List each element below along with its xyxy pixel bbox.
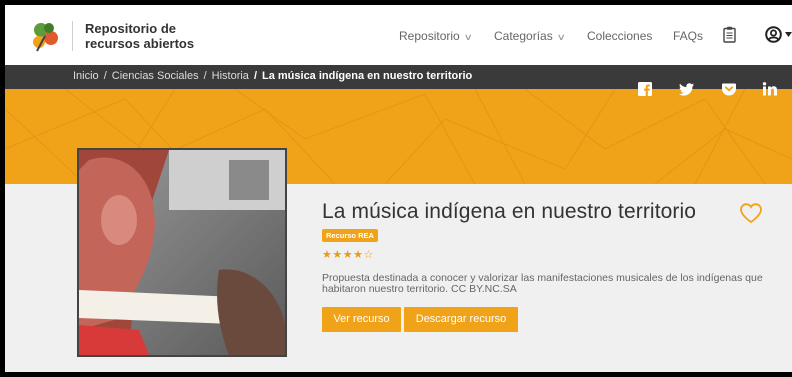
breadcrumb-inicio[interactable]: Inicio [73, 70, 99, 82]
logo-icon[interactable] [27, 18, 63, 54]
resource-thumbnail[interactable] [77, 148, 287, 357]
nav-colecciones[interactable]: Colecciones [587, 29, 652, 43]
twitter-icon[interactable] [679, 81, 695, 97]
nav-repositorio[interactable]: Repositorio ∨ [399, 29, 473, 43]
download-resource-button[interactable]: Descargar recurso [404, 307, 518, 332]
brand-name[interactable]: Repositorio de recursos abiertos [85, 21, 194, 51]
resource-image [79, 150, 285, 355]
breadcrumb-historia[interactable]: Historia [212, 70, 249, 82]
site-header: Repositorio de recursos abiertos Reposit… [5, 5, 792, 65]
resource-title: La música indígena en nuestro territorio [322, 200, 697, 223]
view-resource-button[interactable]: Ver recurso [322, 307, 401, 332]
heart-icon[interactable] [739, 202, 763, 224]
breadcrumb: Inicio / Ciencias Sociales / Historia / La mús… [5, 65, 792, 89]
nav-faqs[interactable]: FAQs [673, 29, 703, 43]
nav-repositorio-label: Repositorio [399, 29, 460, 43]
breadcrumb-ciencias-sociales[interactable]: Ciencias Sociales [112, 70, 199, 82]
rating-stars[interactable]: ★★★★☆ [322, 248, 374, 261]
browser-viewport: Repositorio de recursos abiertos Reposit… [5, 5, 792, 372]
chevron-down-icon[interactable] [785, 32, 792, 37]
linkedin-icon[interactable] [762, 81, 778, 97]
clipboard-icon[interactable] [723, 26, 736, 43]
brand-line-1: Repositorio de [85, 21, 177, 36]
breadcrumb-separator: / [203, 70, 207, 82]
brand-line-2: recursos abiertos [85, 36, 195, 51]
logo-divider [72, 21, 73, 51]
breadcrumb-separator: / [103, 70, 107, 82]
pocket-icon[interactable] [721, 81, 737, 97]
resource-description: Propuesta destinada a conocer y valoriza… [322, 272, 763, 295]
rea-badge: Recurso REA [322, 229, 378, 242]
breadcrumb-separator: / [253, 70, 257, 82]
user-icon[interactable] [765, 26, 782, 43]
nav-colecciones-label: Colecciones [587, 29, 653, 43]
chevron-down-icon: ∨ [463, 32, 473, 42]
chevron-down-icon: ∨ [556, 32, 566, 42]
facebook-icon[interactable] [637, 81, 653, 97]
nav-categorias-label: Categorías [494, 29, 553, 43]
nav-faqs-label: FAQs [673, 29, 704, 43]
nav-categorias[interactable]: Categorías ∨ [494, 29, 566, 43]
breadcrumb-current: La música indígena en nuestro territorio [262, 70, 473, 82]
